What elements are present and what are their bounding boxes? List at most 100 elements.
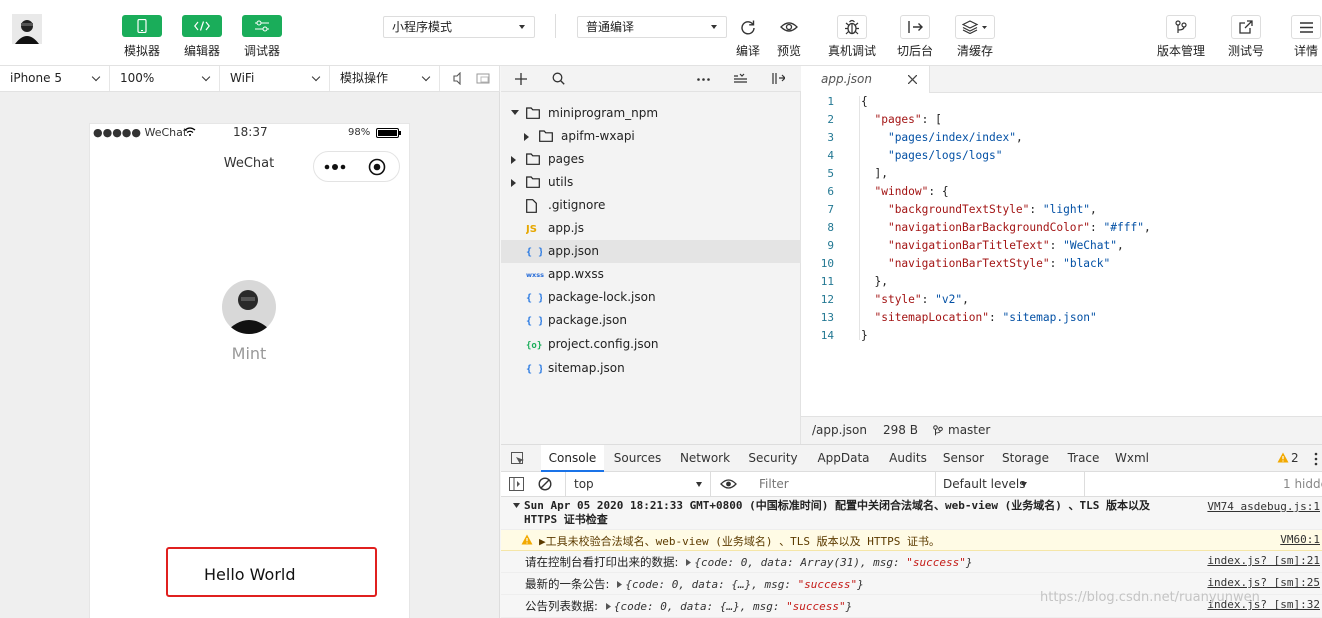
- source-link[interactable]: index.js? [sm]:21: [1207, 554, 1320, 567]
- tree-item-apifm-wxapi[interactable]: apifm-wxapi: [501, 125, 801, 148]
- code-token: :: [1090, 221, 1104, 234]
- add-icon[interactable]: [515, 73, 527, 85]
- tree-item-project-config-json[interactable]: {o} project.config.json: [501, 333, 801, 356]
- toolbar-test-account-button[interactable]: [1231, 15, 1261, 39]
- collapse-icon[interactable]: [734, 73, 747, 84]
- devtools-tab-sensor[interactable]: Sensor: [936, 445, 991, 472]
- code-line[interactable]: "sitemapLocation": "sitemap.json": [861, 311, 1096, 324]
- source-link[interactable]: VM74 asdebug.js:1: [1207, 500, 1320, 513]
- sidebar-toggle-icon[interactable]: [509, 477, 524, 491]
- log-content: 最新的一条公告: {code: 0, data: {…}, msg: "succe…: [525, 576, 864, 592]
- code-line[interactable]: "navigationBarTextStyle": "black": [861, 257, 1110, 270]
- code-line[interactable]: "pages": [: [861, 113, 941, 126]
- toolbar-details-button[interactable]: [1291, 15, 1321, 39]
- code-line[interactable]: "navigationBarBackgroundColor": "#fff",: [861, 221, 1151, 234]
- log-msg-value: "success": [797, 578, 858, 591]
- user-avatar[interactable]: [12, 14, 42, 44]
- tab-app-json[interactable]: app.json: [801, 66, 930, 93]
- console-message-warn[interactable]: ▶工具未校验合法域名、web-view (业务域名) 、TLS 版本以及 HTT…: [501, 530, 1322, 551]
- capsule-menu[interactable]: [313, 151, 400, 182]
- code-line[interactable]: "backgroundTextStyle": "light",: [861, 203, 1097, 216]
- code-token: :: [1049, 239, 1064, 252]
- code-line[interactable]: {: [861, 95, 868, 108]
- toolbar-background-button[interactable]: [900, 15, 930, 39]
- mode-select[interactable]: 小程序模式: [383, 16, 535, 38]
- toolbar-label: 版本管理: [1156, 44, 1206, 58]
- source-link[interactable]: VM60:1: [1280, 533, 1320, 546]
- code-line[interactable]: "window": {: [861, 185, 948, 198]
- devtools-tab-appdata[interactable]: AppData: [807, 445, 880, 472]
- toolbar-simulator-button[interactable]: [122, 15, 162, 37]
- more-icon[interactable]: [697, 78, 710, 81]
- devtools-tab-security[interactable]: Security: [739, 445, 807, 472]
- devtools-tab-sources[interactable]: Sources: [604, 445, 671, 472]
- filter-input[interactable]: [751, 474, 931, 494]
- search-icon[interactable]: [552, 72, 565, 85]
- clear-console-icon[interactable]: [538, 477, 552, 491]
- devtools-tab-network[interactable]: Network: [671, 445, 739, 472]
- expand-arrow-icon[interactable]: [605, 603, 611, 610]
- tree-item-miniprogram-npm[interactable]: miniprogram_npm: [501, 102, 801, 125]
- line-number: 9: [827, 239, 834, 252]
- tree-item-utils[interactable]: utils: [501, 171, 801, 194]
- levels-select[interactable]: Default levels: [935, 472, 1085, 496]
- code-line[interactable]: "navigationBarTitleText": "WeChat",: [861, 239, 1124, 252]
- eye-icon[interactable]: [720, 478, 737, 490]
- toolbar-debugger-button[interactable]: [242, 15, 282, 37]
- tree-item--gitignore[interactable]: .gitignore: [501, 194, 801, 217]
- code-line[interactable]: },: [861, 275, 887, 288]
- window-icon[interactable]: [476, 72, 490, 85]
- tree-item-label: .gitignore: [548, 198, 606, 212]
- split-icon[interactable]: [771, 72, 785, 85]
- device-select[interactable]: iPhone 5: [0, 66, 110, 91]
- console-message-log[interactable]: 请在控制台看打印出来的数据: {code: 0, data: Array(31),…: [501, 551, 1322, 573]
- devtools-tab-storage[interactable]: Storage: [991, 445, 1060, 472]
- inspect-icon[interactable]: [511, 452, 525, 466]
- expand-arrow-icon[interactable]: [617, 581, 623, 588]
- tree-item-package-json[interactable]: { } package.json: [501, 309, 801, 332]
- file-icon: [526, 199, 537, 213]
- code-token: "navigationBarTextStyle": [887, 257, 1050, 270]
- operation-select[interactable]: 模拟操作: [330, 66, 440, 91]
- main-toolbar: 模拟器 编辑器 调试器 小程序模式 普通编译 编译 预览 真机调试 切后台 清缓存 版本管理…: [0, 0, 1322, 66]
- devtools-tab-console[interactable]: Console: [541, 445, 604, 472]
- zoom-select[interactable]: 100%: [110, 66, 220, 91]
- tree-item-pages[interactable]: pages: [501, 148, 801, 171]
- tree-item-sitemap-json[interactable]: { } sitemap.json: [501, 357, 801, 380]
- code-line[interactable]: "style": "v2",: [861, 293, 968, 306]
- line-number: 13: [820, 311, 834, 324]
- toolbar-editor-button[interactable]: [182, 15, 222, 37]
- toolbar-remote-debug-button[interactable]: [837, 15, 867, 39]
- warning-count[interactable]: 2: [1291, 451, 1299, 465]
- source-link[interactable]: index.js? [sm]:25: [1207, 576, 1320, 589]
- devtools-tab-wxml[interactable]: Wxml: [1107, 445, 1157, 472]
- devtools-tab-audits[interactable]: Audits: [880, 445, 936, 472]
- code-token: "pages/index/index": [887, 131, 1016, 144]
- toolbar-clear-cache-button[interactable]: [955, 15, 995, 39]
- toolbar-version-button[interactable]: [1166, 15, 1196, 39]
- code-line[interactable]: "pages/logs/logs": [861, 149, 1003, 162]
- network-select[interactable]: WiFi: [220, 66, 330, 91]
- code-line[interactable]: ],: [861, 167, 887, 180]
- console-message-group[interactable]: Sun Apr 05 2020 18:21:33 GMT+0800 (中国标准时…: [501, 497, 1322, 530]
- toolbar-compile-button[interactable]: [733, 15, 763, 39]
- code-line[interactable]: }: [861, 329, 868, 342]
- tree-item-app-js[interactable]: JS app.js: [501, 217, 801, 240]
- context-select[interactable]: top: [565, 472, 711, 496]
- kebab-icon[interactable]: [1311, 452, 1321, 466]
- expand-arrow-icon[interactable]: [686, 559, 692, 566]
- close-icon[interactable]: [908, 75, 917, 84]
- devtools-tab-trace[interactable]: Trace: [1060, 445, 1107, 472]
- volume-icon[interactable]: [452, 72, 464, 85]
- code-line[interactable]: "pages/index/index",: [861, 131, 1023, 144]
- tree-item-app-json[interactable]: { } app.json: [501, 240, 801, 263]
- hello-text: Hello World: [204, 565, 296, 584]
- log-label: 请在控制台看打印出来的数据:: [525, 555, 679, 569]
- tree-item-package-lock-json[interactable]: { } package-lock.json: [501, 286, 801, 309]
- code-token: "backgroundTextStyle": [887, 203, 1030, 216]
- layers-icon: [962, 20, 988, 34]
- compile-select[interactable]: 普通编译: [577, 16, 727, 38]
- toolbar-preview-button[interactable]: [774, 15, 804, 39]
- tree-item-app-wxss[interactable]: wxss app.wxss: [501, 263, 801, 286]
- svg-text:{ }: { }: [526, 293, 542, 303]
